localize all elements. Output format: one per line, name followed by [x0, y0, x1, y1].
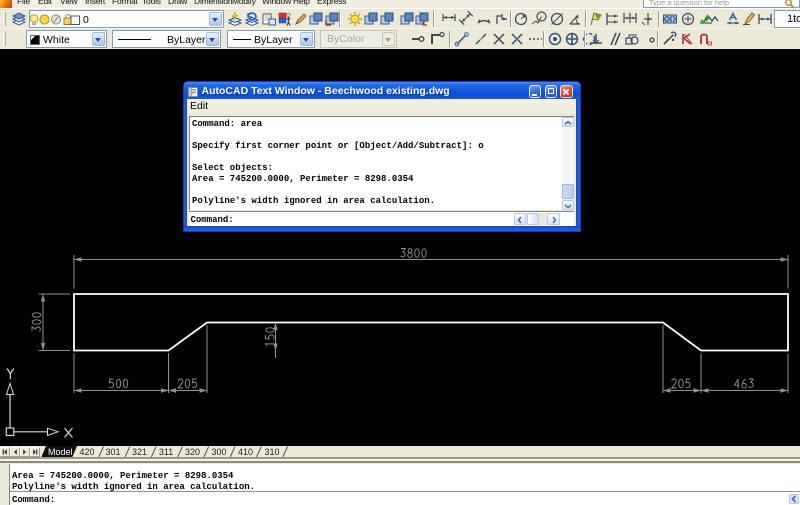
svg-text:410: 410: [238, 447, 253, 457]
svg-text:321: 321: [132, 447, 147, 457]
svg-text:Model: Model: [48, 447, 73, 457]
svg-text:300: 300: [211, 447, 226, 457]
svg-text:320: 320: [185, 447, 200, 457]
svg-text:301: 301: [105, 447, 120, 457]
svg-text:420: 420: [79, 447, 94, 457]
svg-text:311: 311: [159, 447, 173, 457]
svg-text:310: 310: [264, 447, 279, 457]
